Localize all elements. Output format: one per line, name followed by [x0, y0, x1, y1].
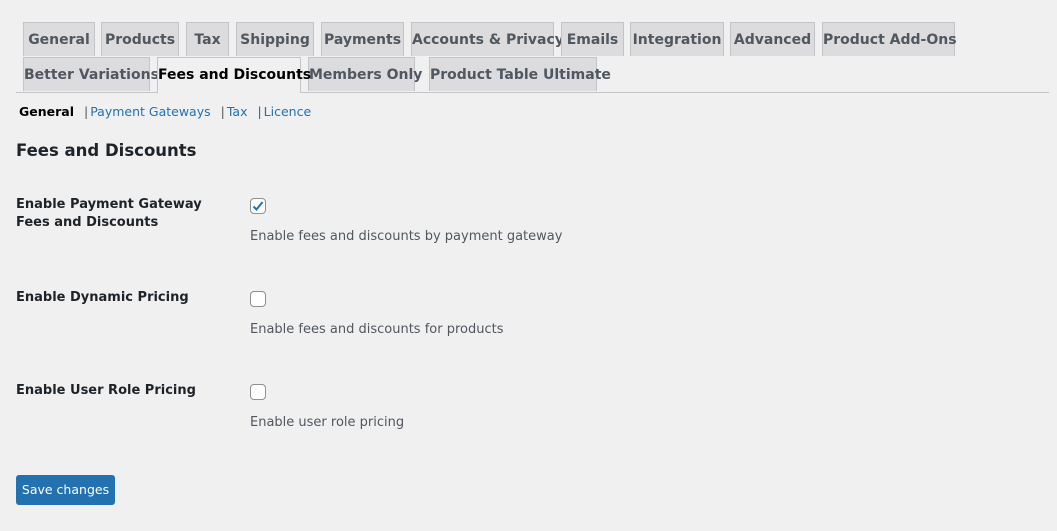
payment-gateway-fees-checkbox[interactable] [250, 198, 266, 214]
tab-accounts-privacy[interactable]: Accounts & Privacy [411, 22, 564, 56]
user-role-pricing-checkbox[interactable] [250, 384, 266, 400]
settings-tabs: General Products Tax Shipping Payments A… [16, 22, 1049, 93]
subnav-licence[interactable]: Licence [264, 104, 312, 119]
section-title: Fees and Discounts [16, 141, 197, 160]
sub-navigation: General | Payment Gateways | Tax | Licence [19, 104, 312, 119]
tab-fees-and-discounts[interactable]: Fees and Discounts [157, 57, 311, 93]
dynamic-pricing-checkbox[interactable] [250, 291, 266, 307]
tab-tax[interactable]: Tax [186, 22, 229, 56]
subnav-general: General [19, 104, 74, 119]
subnav-payment-gateways[interactable]: Payment Gateways [90, 104, 210, 119]
tab-advanced[interactable]: Advanced [730, 22, 815, 56]
payment-gateway-fees-description: Enable fees and discounts by payment gat… [250, 229, 563, 244]
save-changes-button[interactable]: Save changes [16, 475, 115, 505]
checkmark-icon [252, 201, 264, 211]
subnav-tax[interactable]: Tax [227, 104, 248, 119]
tab-product-add-ons[interactable]: Product Add-Ons [822, 22, 957, 56]
dynamic-pricing-description: Enable fees and discounts for products [250, 322, 504, 337]
tab-members-only[interactable]: Members Only [308, 57, 422, 91]
tab-general[interactable]: General [23, 22, 95, 56]
tab-shipping[interactable]: Shipping [236, 22, 314, 56]
tab-emails[interactable]: Emails [561, 22, 624, 56]
user-role-pricing-description: Enable user role pricing [250, 415, 405, 430]
tab-payments[interactable]: Payments [321, 22, 404, 56]
tab-product-table-ultimate[interactable]: Product Table Ultimate [429, 57, 611, 91]
tab-integration[interactable]: Integration [630, 22, 724, 56]
user-role-pricing-label: Enable User Role Pricing [16, 383, 196, 398]
tab-products[interactable]: Products [101, 22, 179, 56]
dynamic-pricing-label: Enable Dynamic Pricing [16, 290, 189, 305]
payment-gateway-fees-label: Enable Payment Gateway Fees and Discount… [16, 197, 202, 230]
tab-better-variations[interactable]: Better Variations [23, 57, 159, 91]
